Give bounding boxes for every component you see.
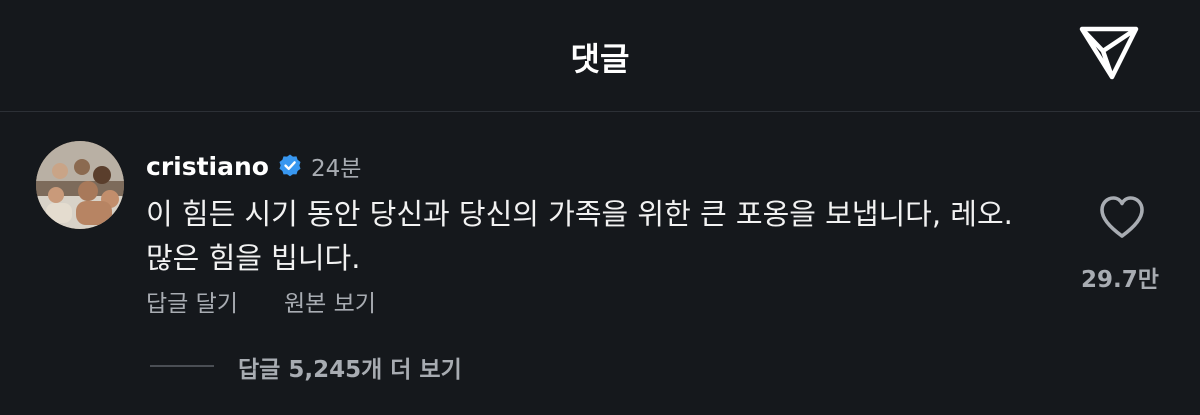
comment-timestamp: 24분 [310, 156, 362, 182]
avatar[interactable] [36, 141, 124, 229]
view-replies-button[interactable]: 답글 5,245개 더 보기 [238, 350, 462, 384]
share-button[interactable] [1076, 22, 1142, 84]
like-button[interactable] [1096, 192, 1148, 242]
comment-actions: 답글 달기 원본 보기 [146, 284, 376, 318]
replies-divider [150, 365, 214, 367]
verified-badge-icon [279, 154, 301, 177]
see-original-button[interactable]: 원본 보기 [284, 284, 376, 318]
paper-plane-icon [1079, 26, 1139, 80]
like-count: 29.7만 [1081, 267, 1159, 293]
username[interactable]: cristiano [146, 152, 269, 181]
reply-button[interactable]: 답글 달기 [146, 284, 238, 318]
heart-icon [1100, 196, 1144, 238]
page-title: 댓글 [570, 40, 630, 78]
avatar-photo [36, 141, 124, 229]
comment-header: cristiano 24분 [146, 148, 361, 184]
header-bar: 댓글 [0, 0, 1200, 112]
comment-text: 이 힘든 시기 동안 당신과 당신의 가족을 위한 큰 포옹을 보냅니다, 레오… [146, 197, 1013, 275]
